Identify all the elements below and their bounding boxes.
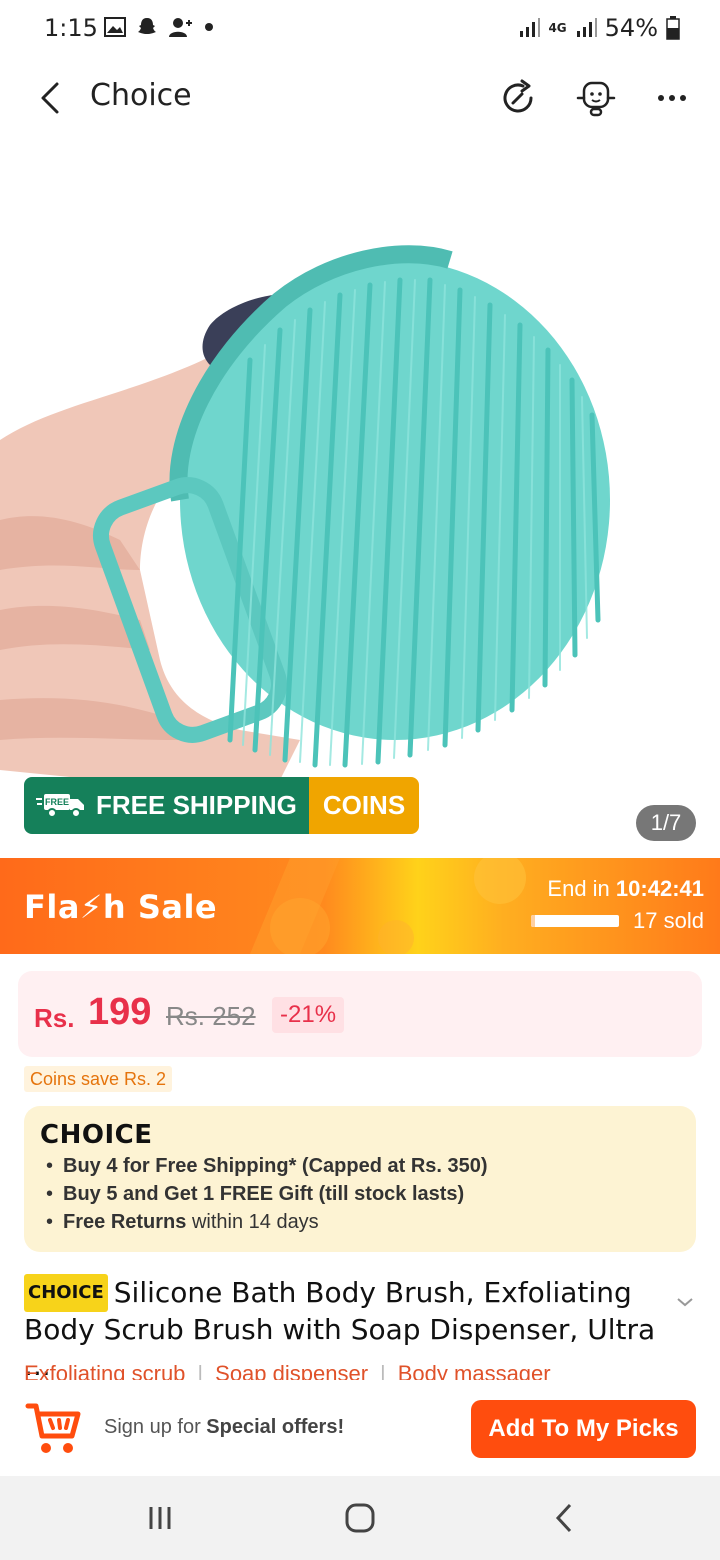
price-card: Rs. 199 Rs. 252 -21%: [18, 971, 702, 1057]
choice-benefits-box[interactable]: CHOICE Buy 4 for Free Shipping* (Capped …: [24, 1106, 696, 1252]
free-shipping-badge: FREE FREE SHIPPING: [24, 777, 309, 834]
recent-apps-icon: [149, 1507, 171, 1529]
back-button[interactable]: [30, 74, 70, 122]
choice-benefits-list: Buy 4 for Free Shipping* (Capped at Rs. …: [46, 1152, 488, 1236]
system-back-icon: [555, 1503, 572, 1533]
free-shipping-label: FREE SHIPPING: [96, 790, 297, 820]
cart-icon: [25, 1403, 81, 1453]
system-back-button[interactable]: [544, 1500, 584, 1536]
dot-icon: [205, 23, 213, 31]
home-button[interactable]: [340, 1500, 380, 1536]
benefit-item: Free Returns within 14 days: [46, 1208, 488, 1236]
sold-progress-fill: [531, 915, 536, 927]
product-tags: Exfoliating scrub | Soap dispenser | Body ma…: [24, 1360, 563, 1380]
signal-icon-2: [576, 18, 597, 37]
flash-sale-banner[interactable]: Fla⚡h Sale End in 10:42:41 17 sold: [0, 858, 720, 954]
price-currency: Rs.: [34, 1003, 75, 1033]
back-arrow-icon: [41, 82, 59, 114]
chevron-down-icon[interactable]: [676, 1296, 694, 1308]
bottom-action-bar: Sign up for Special offers! Add To My Pi…: [0, 1382, 720, 1476]
benefit-item: Buy 4 for Free Shipping* (Capped at Rs. …: [46, 1152, 488, 1180]
system-nav-bar: [0, 1476, 720, 1560]
status-bar: 1:15 4G 54%: [0, 0, 720, 56]
free-truck-icon: FREE: [36, 793, 84, 818]
tag-item[interactable]: Body massager: [398, 1361, 551, 1380]
gallery-icon: [104, 17, 126, 37]
top-header: Choice: [0, 56, 720, 140]
coins-save-label: Coins save Rs. 2: [24, 1066, 173, 1092]
choice-tag: CHOICE: [24, 1274, 108, 1312]
end-prefix: End in: [547, 876, 610, 901]
end-time: 10:42:41: [615, 876, 704, 901]
flash-sale-label: Fla⚡h Sale: [24, 888, 218, 926]
network-label: 4G: [548, 21, 567, 35]
choice-logo: CHOICE: [40, 1120, 153, 1150]
status-time: 1:15: [44, 14, 98, 42]
share-refresh-icon: [503, 79, 533, 113]
status-right: 4G 54%: [518, 14, 680, 42]
customer-service-icon: [576, 81, 616, 117]
original-price: Rs. 252: [166, 1001, 256, 1031]
product-illustration: [0, 245, 610, 792]
shipping-coins-badge: FREE FREE SHIPPING COINS: [24, 777, 420, 834]
coins-badge-label: COINS: [308, 777, 420, 834]
add-contact-icon: [169, 18, 192, 37]
more-icon: [658, 95, 686, 101]
customer-service-button[interactable]: [572, 74, 620, 122]
recent-apps-button[interactable]: [140, 1500, 180, 1536]
image-counter: 1/7: [636, 805, 696, 841]
add-to-my-picks-button[interactable]: Add To My Picks: [471, 1400, 696, 1458]
discount-badge: -21%: [272, 997, 345, 1033]
refresh-button[interactable]: [494, 74, 542, 122]
page-title: Choice: [90, 78, 192, 113]
tag-item[interactable]: Exfoliating scrub: [24, 1361, 185, 1380]
flash-sale-timer: End in 10:42:41 17 sold: [531, 876, 704, 934]
signal-icon: [520, 18, 541, 37]
status-notification-icons: [104, 16, 214, 38]
product-image[interactable]: [0, 140, 720, 858]
more-button[interactable]: [648, 74, 696, 122]
sold-progress-bar: [531, 915, 620, 927]
sold-count: 17 sold: [633, 908, 704, 933]
benefit-item: Buy 5 and Get 1 FREE Gift (till stock la…: [46, 1180, 488, 1208]
svg-text:FREE: FREE: [45, 797, 69, 807]
battery-icon: [666, 16, 680, 40]
battery-percent: 54%: [604, 14, 658, 42]
snapchat-icon: [138, 18, 156, 34]
price-value: 199: [88, 991, 152, 1033]
home-icon: [345, 1503, 375, 1533]
signup-prompt[interactable]: Sign up for Special offers!: [104, 1416, 344, 1439]
cart-button[interactable]: [24, 1400, 82, 1463]
tag-item[interactable]: Soap dispenser: [215, 1361, 368, 1380]
